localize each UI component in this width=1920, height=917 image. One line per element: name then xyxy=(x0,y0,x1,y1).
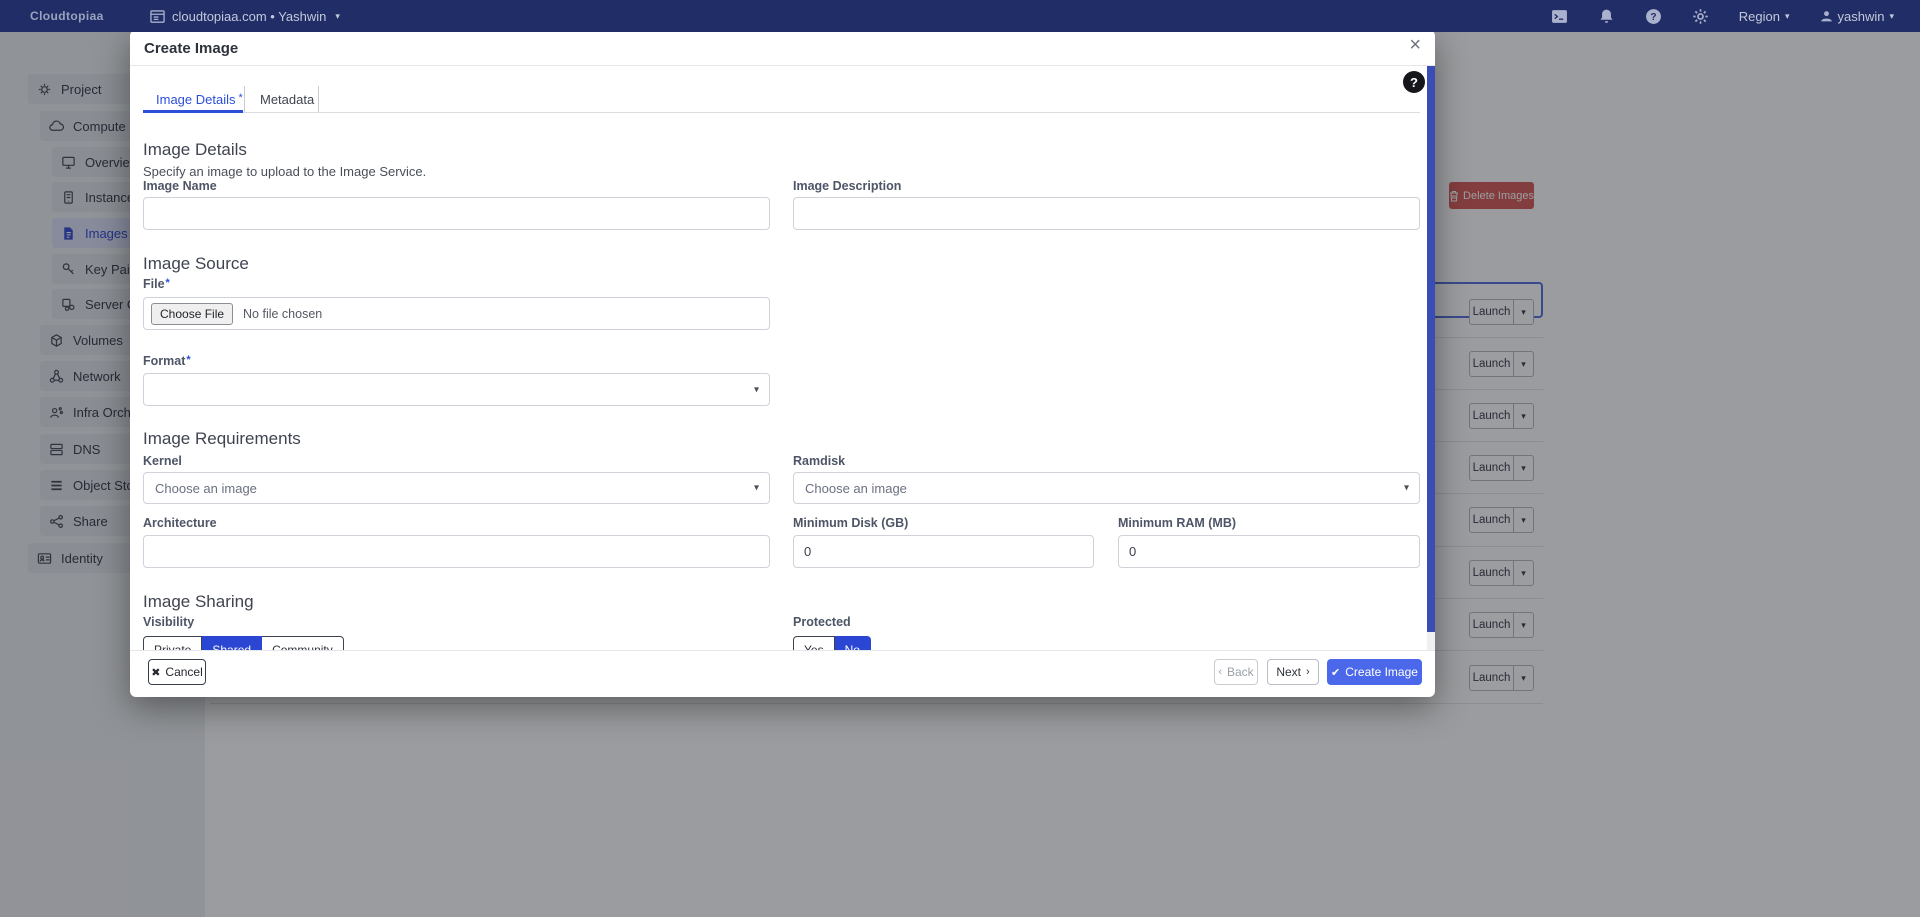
terminal-icon[interactable] xyxy=(1551,8,1568,25)
chevron-down-icon: ▾ xyxy=(1889,11,1894,22)
file-input[interactable]: Choose File No file chosen xyxy=(143,297,770,330)
required-asterisk: * xyxy=(238,92,242,104)
help-icon[interactable]: ? xyxy=(1403,71,1425,93)
architecture-input[interactable] xyxy=(143,535,770,568)
choose-file-button[interactable]: Choose File xyxy=(151,303,233,325)
image-name-label: Image Name xyxy=(143,179,217,193)
create-image-label: Create Image xyxy=(1345,665,1418,679)
image-description-label: Image Description xyxy=(793,179,901,193)
create-image-modal: Create Image × Image Details* Metadata ?… xyxy=(130,30,1435,697)
active-tab-underline xyxy=(143,110,243,113)
ramdisk-label: Ramdisk xyxy=(793,454,845,468)
help-icon[interactable]: ? xyxy=(1645,8,1662,25)
check-icon: ✔ xyxy=(1331,666,1340,679)
kernel-label: Kernel xyxy=(143,454,182,468)
protected-yes-button[interactable]: Yes xyxy=(793,636,835,650)
chevron-down-icon: ▾ xyxy=(754,384,759,395)
tab-label: Image Details xyxy=(156,92,235,107)
section-heading-image-details: Image Details xyxy=(143,140,247,160)
modal-header: Create Image × xyxy=(130,30,1435,66)
chevron-down-icon: ▾ xyxy=(754,483,759,494)
domain-icon xyxy=(150,10,165,23)
modal-footer: ✖ Cancel ‹ Back Next › ✔ Create Image xyxy=(130,650,1435,697)
kernel-placeholder: Choose an image xyxy=(155,481,257,496)
min-ram-label: Minimum RAM (MB) xyxy=(1118,516,1236,530)
ramdisk-placeholder: Choose an image xyxy=(805,481,907,496)
kernel-select[interactable]: Choose an image ▾ xyxy=(143,472,770,504)
modal-body: Image Details* Metadata ? Image Details … xyxy=(130,66,1435,650)
svg-text:?: ? xyxy=(1650,12,1656,23)
close-icon[interactable]: × xyxy=(1409,35,1421,55)
chevron-right-icon: › xyxy=(1306,666,1310,678)
region-label: Region xyxy=(1739,9,1780,24)
section-heading-image-source: Image Source xyxy=(143,254,249,274)
modal-scrollbar-track[interactable] xyxy=(1427,66,1435,650)
tab-image-details[interactable]: Image Details* xyxy=(156,92,243,107)
region-selector[interactable]: Region ▾ xyxy=(1739,9,1790,24)
gear-icon[interactable] xyxy=(1692,8,1709,25)
format-label: Format* xyxy=(143,354,191,368)
chevron-left-icon: ‹ xyxy=(1218,666,1222,678)
protected-toggle-group: Yes No xyxy=(793,636,871,650)
image-name-input[interactable] xyxy=(143,197,770,230)
back-button[interactable]: ‹ Back xyxy=(1214,659,1258,685)
x-icon: ✖ xyxy=(151,666,160,679)
image-description-input[interactable] xyxy=(793,197,1420,230)
tab-separator xyxy=(244,86,245,112)
min-ram-input[interactable] xyxy=(1118,535,1420,568)
breadcrumb-label: cloudtopiaa.com • Yashwin xyxy=(172,9,326,24)
visibility-shared-button[interactable]: Shared xyxy=(202,636,262,650)
chevron-down-icon: ▾ xyxy=(335,11,340,22)
user-menu[interactable]: yashwin ▾ xyxy=(1820,9,1895,24)
min-disk-input[interactable] xyxy=(793,535,1094,568)
cancel-button[interactable]: ✖ Cancel xyxy=(148,659,206,685)
section-heading-image-requirements: Image Requirements xyxy=(143,429,301,449)
required-asterisk: * xyxy=(166,277,170,289)
next-label: Next xyxy=(1276,665,1301,679)
visibility-toggle-group: Private Shared Community xyxy=(143,636,344,650)
chevron-down-icon: ▾ xyxy=(1404,483,1409,494)
back-label: Back xyxy=(1227,665,1254,679)
tab-label: Metadata xyxy=(260,92,314,107)
cancel-label: Cancel xyxy=(165,665,202,679)
create-image-button[interactable]: ✔ Create Image xyxy=(1327,659,1422,685)
file-label: File* xyxy=(143,277,170,291)
username-label: yashwin xyxy=(1838,9,1885,24)
next-button[interactable]: Next › xyxy=(1267,659,1319,685)
tabs-divider xyxy=(143,112,1420,113)
visibility-label: Visibility xyxy=(143,615,194,629)
user-icon xyxy=(1820,10,1833,23)
tab-separator xyxy=(318,86,319,112)
visibility-private-button[interactable]: Private xyxy=(143,636,202,650)
top-navbar: Cloudtopiaa cloudtopiaa.com • Yashwin ▾ … xyxy=(0,0,1920,32)
brand-logo[interactable]: Cloudtopiaa xyxy=(30,9,148,23)
section-heading-image-sharing: Image Sharing xyxy=(143,592,254,612)
protected-no-button[interactable]: No xyxy=(835,636,871,650)
tab-metadata[interactable]: Metadata xyxy=(260,92,314,107)
breadcrumb[interactable]: cloudtopiaa.com • Yashwin ▾ xyxy=(150,9,340,24)
ramdisk-select[interactable]: Choose an image ▾ xyxy=(793,472,1420,504)
required-asterisk: * xyxy=(186,354,190,366)
visibility-community-button[interactable]: Community xyxy=(262,636,344,650)
bell-icon[interactable] xyxy=(1598,8,1615,25)
modal-title: Create Image xyxy=(144,40,238,57)
architecture-label: Architecture xyxy=(143,516,217,530)
protected-label: Protected xyxy=(793,615,851,629)
min-disk-label: Minimum Disk (GB) xyxy=(793,516,908,530)
file-status-text: No file chosen xyxy=(243,307,322,321)
chevron-down-icon: ▾ xyxy=(1785,11,1790,22)
modal-scrollbar-thumb[interactable] xyxy=(1427,66,1435,632)
format-select[interactable]: ▾ xyxy=(143,373,770,406)
section-subtitle: Specify an image to upload to the Image … xyxy=(143,164,426,179)
